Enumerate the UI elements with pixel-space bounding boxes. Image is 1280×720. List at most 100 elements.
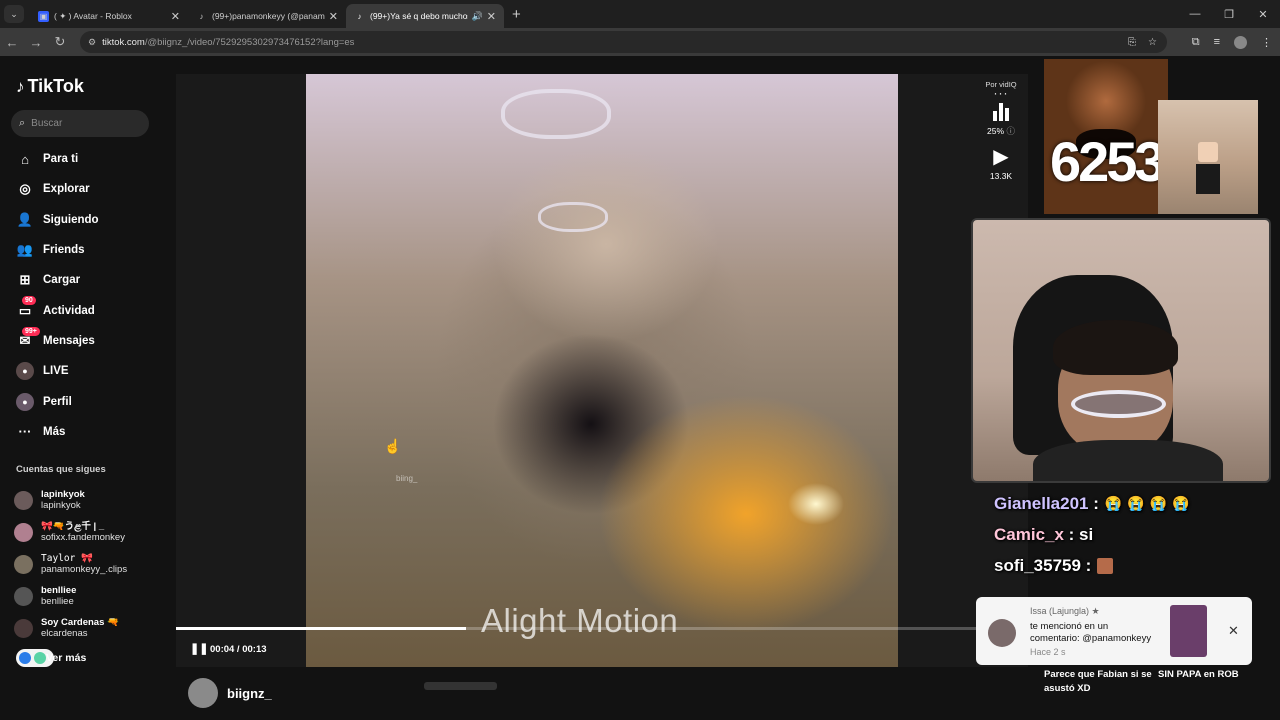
nav-item-mensajes[interactable]: ✉ 99+ Mensajes [16, 326, 156, 356]
video-player[interactable]: biing_ Alight Motion ☝ ❚❚ 00:04 / 00:13 [176, 74, 1028, 667]
nav-item-para-ti[interactable]: ⌂ Para ti [16, 144, 156, 174]
activity-badge: 90 [22, 296, 36, 306]
following-list: lapinkyok lapinkyok 🎀🔫うළ千 | _ sofixx.fande… [14, 484, 160, 644]
vidiq-percent: 25% ⓘ [979, 125, 1023, 137]
video-time: 00:04 / 00:13 [210, 644, 267, 655]
close-tab-icon[interactable]: ✕ [171, 10, 180, 23]
compass-icon: ◎ [19, 181, 31, 197]
nav-item-friends[interactable]: 👥 Friends [16, 235, 156, 265]
nav-label: Más [43, 425, 66, 438]
pause-icon[interactable]: ❚❚ [190, 642, 208, 655]
restore-icon[interactable]: ❐ [1212, 8, 1246, 21]
following-item[interactable]: Soy Cardenas 🔫 elcardenas [14, 612, 160, 644]
back-icon[interactable]: ← [0, 35, 24, 50]
roblox-avatar-body [1196, 164, 1220, 194]
tab-search-button[interactable]: ⌄ [4, 5, 24, 23]
play-icon[interactable]: ▶ [979, 144, 1023, 169]
crying-emote-icon: 😭😭😭😭 [1104, 495, 1195, 511]
minimize-icon[interactable]: — [1178, 8, 1212, 20]
info-icon[interactable]: ⓘ [1006, 126, 1015, 136]
nav-item-mas[interactable]: ··· Más [16, 417, 156, 447]
chat-user: Camic_x [994, 524, 1064, 544]
webcam-overlay [971, 218, 1271, 483]
window-controls: — ❐ ✕ [1178, 0, 1280, 28]
suggested-caption[interactable]: SIN PAPA en ROB [1158, 668, 1268, 682]
notification-user: Issa (Lajungla) ★ [1030, 606, 1100, 616]
video-frame[interactable]: biing_ Alight Motion [306, 74, 898, 667]
following-item[interactable]: 🎀🔫うළ千 | _ sofixx.fandemonkey [14, 516, 160, 548]
close-window-icon[interactable]: ✕ [1246, 8, 1280, 21]
browser-toolbar: ← → ↻ ⚙ tiktok.com/@biignz_/video/752929… [0, 28, 1280, 56]
tiktok-sidebar: ♪ TikTok ⌕ Buscar ⌂ Para ti ◎ Explorar 👤 Si… [0, 56, 160, 720]
toolbar-icons: ⧉ ≡ ⋮ [1192, 28, 1272, 56]
close-tab-icon[interactable]: ✕ [487, 10, 496, 23]
bookmark-star-icon[interactable]: ☆ [1148, 37, 1157, 48]
video-author[interactable]: biignz_ [188, 678, 272, 708]
chat-message: sofi_35759 : [994, 550, 1254, 581]
see-more-link[interactable]: Ver más [16, 649, 86, 667]
tab-title: (99+)panamonkeyy (@panamonkeyy) [212, 11, 325, 21]
suggested-caption[interactable]: Parece que Fabian si se asustó XD [1044, 668, 1154, 696]
screen: ⌄ ▣ ( ✦ ) Avatar - Roblox ✕ ♪ (99+)panam… [0, 0, 1280, 720]
nav-item-cargar[interactable]: ⊞ Cargar [16, 265, 156, 295]
close-notification-icon[interactable]: ✕ [1228, 623, 1239, 639]
following-item[interactable]: lapinkyok lapinkyok [14, 484, 160, 516]
meme-number: 6253 [1050, 130, 1166, 193]
nav-label: Actividad [43, 304, 95, 317]
tab-video[interactable]: ♪ (99+)Ya sé q debo muchos 🔊 ✕ [346, 4, 504, 28]
hair-shape [1053, 320, 1178, 375]
browser-tabbar: ⌄ ▣ ( ✦ ) Avatar - Roblox ✕ ♪ (99+)panam… [0, 0, 1280, 28]
emote-icon [1097, 557, 1114, 574]
glasses-shape [501, 89, 611, 139]
reading-list-icon[interactable]: ≡ [1214, 36, 1220, 48]
close-tab-icon[interactable]: ✕ [329, 10, 338, 23]
site-info-icon[interactable]: ⚙ [88, 37, 96, 48]
vidiq-view-count: 13.3K [989, 171, 1013, 181]
more-icon: ··· [18, 424, 32, 440]
nav-item-siguiendo[interactable]: 👤 Siguiendo [16, 205, 156, 235]
tiktok-logo[interactable]: ♪ TikTok [16, 76, 84, 97]
account-name: benlliee [41, 585, 77, 596]
chat-user: Gianella201 [994, 493, 1089, 513]
audio-icon[interactable]: 🔊 [472, 11, 483, 22]
tiktok-favicon-icon: ♪ [357, 11, 362, 21]
address-bar[interactable]: ⚙ tiktok.com/@biignz_/video/752929530297… [80, 31, 1167, 53]
notification-message: te mencionó en un comentario: @panamonke… [1030, 621, 1152, 644]
follow-button[interactable] [424, 682, 497, 690]
author-name: biignz_ [227, 685, 272, 701]
vidiq-bars-icon[interactable] [979, 101, 1023, 121]
nav-item-perfil[interactable]: ● Perfil [16, 386, 156, 416]
video-progress-bar[interactable] [176, 627, 1028, 630]
new-tab-button[interactable]: + [512, 6, 521, 23]
nav-item-explorar[interactable]: ◎ Explorar [16, 174, 156, 204]
tab-panamonkeyy[interactable]: ♪ (99+)panamonkeyy (@panamonkeyy) ✕ [188, 4, 346, 28]
following-item[interactable]: Taylor 🎀 panamonkeyy_.clips [14, 548, 160, 580]
avatar [14, 618, 33, 638]
nav-item-live[interactable]: ● LIVE [16, 356, 156, 386]
install-app-icon[interactable]: ⎘ [1128, 37, 1136, 48]
following-item[interactable]: benlliee benlliee [14, 580, 160, 612]
reload-icon[interactable]: ↻ [48, 34, 72, 50]
avatar [14, 554, 33, 574]
vidiq-more-icon[interactable]: ··· [979, 87, 1023, 99]
nav-label: Mensajes [43, 334, 95, 347]
nav-item-actividad[interactable]: ▭ 90 Actividad [16, 295, 156, 325]
browser-menu-icon[interactable]: ⋮ [1261, 36, 1272, 49]
tab-roblox[interactable]: ▣ ( ✦ ) Avatar - Roblox ✕ [30, 4, 188, 28]
profile-icon: ● [16, 392, 34, 411]
nav-label: Para ti [43, 153, 79, 166]
tab-title: (99+)Ya sé q debo muchos [370, 11, 468, 21]
shirt-shape [1033, 440, 1223, 481]
url-path: /@biignz_/video/7529295302973476152?lang… [144, 36, 355, 48]
extensions-icon[interactable]: ⧉ [1192, 36, 1200, 49]
video-progress-fill [176, 627, 466, 630]
profile-avatar-icon[interactable] [1234, 35, 1247, 49]
account-handle: elcardenas [41, 628, 88, 639]
forward-icon[interactable]: → [24, 35, 48, 50]
chat-message: Gianella201 : 😭😭😭😭 [994, 493, 1195, 513]
mention-notification[interactable]: Issa (Lajungla) ★ te mencionó en un come… [976, 597, 1252, 665]
search-input[interactable]: ⌕ Buscar [11, 110, 149, 137]
live-icon: ● [16, 362, 34, 381]
tiktok-note-icon: ♪ [16, 76, 25, 96]
avatar [988, 619, 1016, 647]
